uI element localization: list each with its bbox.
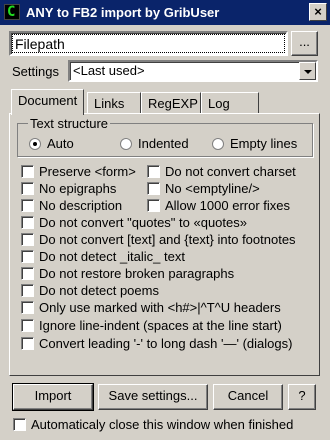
checkbox-icon — [147, 199, 160, 212]
checkbox-auto-close[interactable]: Automaticaly close this window when fini… — [13, 417, 293, 432]
import-dialog: C ANY to FB2 import by GribUser × Filepa… — [0, 0, 330, 440]
settings-selected-value: <Last used> — [73, 63, 145, 78]
checkbox-icon — [21, 284, 34, 297]
checkbox-ignore-indent[interactable]: Ignore line-indent (spaces at the line s… — [21, 318, 282, 333]
tab-regexp[interactable]: RegEXP — [141, 92, 201, 114]
settings-label: Settings — [12, 64, 59, 79]
settings-select[interactable]: <Last used> — [68, 60, 318, 82]
checkbox-icon — [21, 182, 34, 195]
save-settings-button[interactable]: Save settings... — [98, 384, 208, 410]
checkbox-icon — [21, 267, 34, 280]
checkbox-icon — [21, 337, 34, 350]
radio-empty-icon — [120, 138, 132, 150]
checkbox-no-emptyline[interactable]: No <emptyline/> — [147, 181, 260, 196]
checkbox-icon — [21, 319, 34, 332]
checkbox-no-footnotes[interactable]: Do not convert [text] and {text} into fo… — [21, 232, 296, 247]
checkbox-icon — [21, 301, 34, 314]
checkbox-icon — [21, 165, 34, 178]
checkbox-no-restore-paragraphs[interactable]: Do not restore broken paragraphs — [21, 266, 234, 281]
checkbox-no-convert-charset[interactable]: Do not convert charset — [147, 164, 296, 179]
radio-selected-icon — [29, 138, 41, 150]
checkbox-no-description[interactable]: No description — [21, 198, 122, 213]
tab-log[interactable]: Log — [201, 92, 259, 114]
chevron-down-icon[interactable] — [299, 62, 316, 80]
radio-indented[interactable]: Indented — [120, 136, 189, 151]
checkbox-no-quotes[interactable]: Do not convert "quotes" to «quotes» — [21, 215, 247, 230]
cancel-button[interactable]: Cancel — [213, 384, 283, 410]
checkbox-no-epigraphs[interactable]: No epigraphs — [21, 181, 116, 196]
checkbox-icon — [147, 182, 160, 195]
checkbox-icon — [21, 216, 34, 229]
checkbox-preserve-form[interactable]: Preserve <form> — [21, 164, 136, 179]
browse-button[interactable]: ... — [291, 31, 318, 56]
title-bar: C ANY to FB2 import by GribUser × — [0, 0, 330, 25]
checkbox-icon — [21, 250, 34, 263]
checkbox-only-headers[interactable]: Only use marked with <h#>|^T^U headers — [21, 300, 281, 315]
filepath-input[interactable]: Filepath — [9, 31, 288, 56]
checkbox-no-poems[interactable]: Do not detect poems — [21, 283, 159, 298]
radio-empty-icon — [212, 138, 224, 150]
tab-links[interactable]: Links — [87, 92, 141, 114]
import-button[interactable]: Import — [12, 383, 94, 411]
checkbox-no-italic[interactable]: Do not detect _italic_ text — [21, 249, 185, 264]
radio-auto[interactable]: Auto — [29, 136, 74, 151]
checkbox-allow-1000-errors[interactable]: Allow 1000 error fixes — [147, 198, 290, 213]
help-button[interactable]: ? — [288, 384, 316, 410]
checkbox-icon — [147, 165, 160, 178]
radio-empty-lines[interactable]: Empty lines — [212, 136, 297, 151]
checkbox-icon — [21, 233, 34, 246]
window-title: ANY to FB2 import by GribUser — [26, 5, 220, 20]
checkbox-convert-dash[interactable]: Convert leading '-' to long dash '—' (di… — [21, 336, 292, 351]
tab-document[interactable]: Document — [11, 89, 85, 115]
app-icon: C — [4, 4, 20, 20]
close-button[interactable]: × — [309, 3, 327, 21]
checkbox-icon — [21, 199, 34, 212]
text-structure-title: Text structure — [28, 116, 111, 131]
checkbox-icon — [13, 418, 26, 431]
